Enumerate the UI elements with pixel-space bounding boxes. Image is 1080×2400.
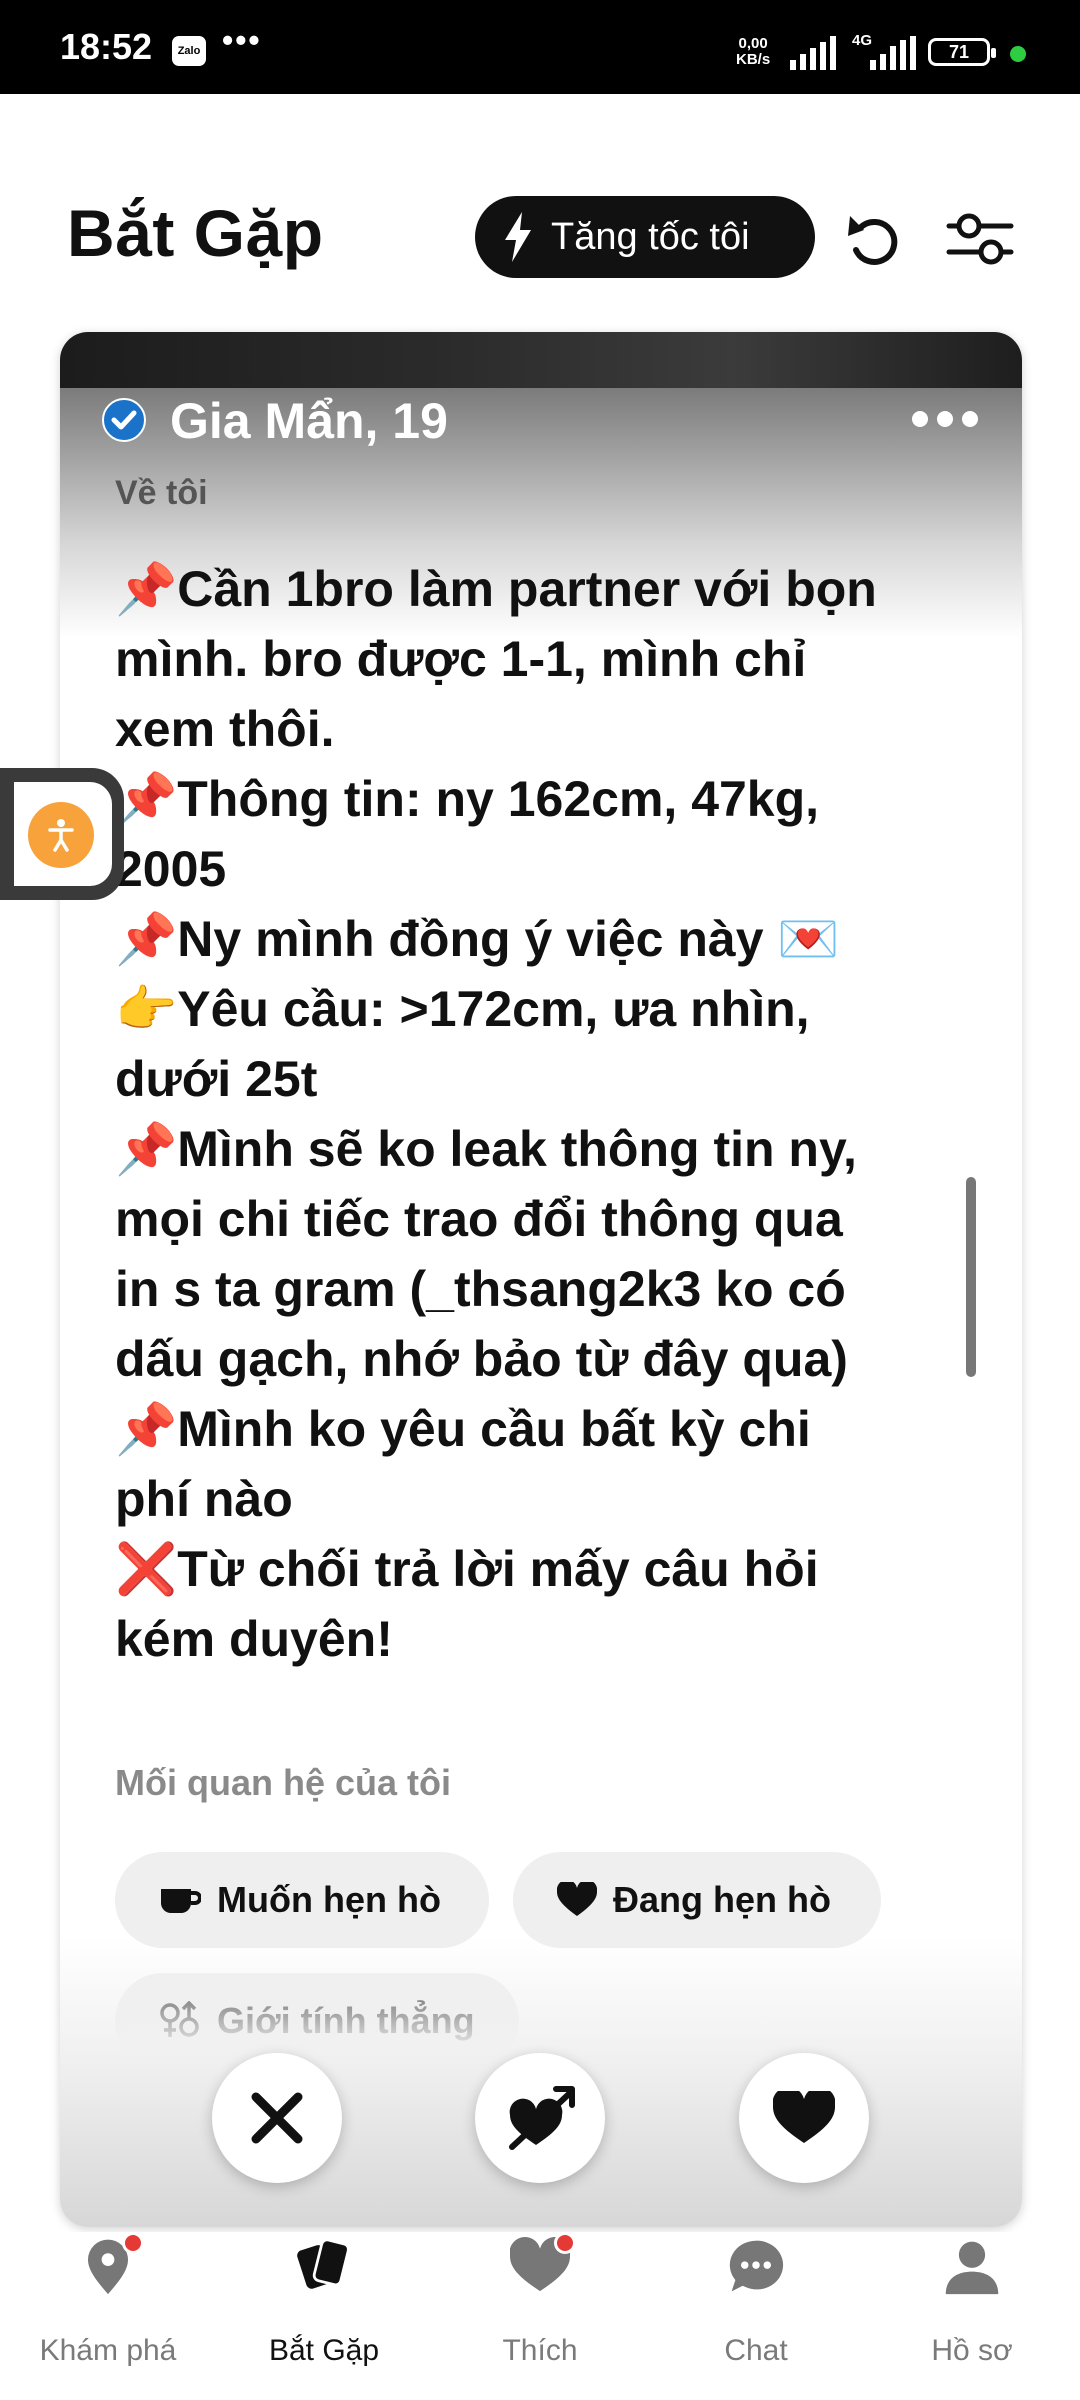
bio-line: mình. bro được 1-1, mình chỉ: [115, 631, 807, 687]
bio-line: 📌Cần 1bro làm partner với bọn: [115, 561, 877, 617]
bio-line: 📌Ny mình đồng ý việc này 💌: [115, 911, 840, 967]
accessibility-floating-button[interactable]: [0, 768, 124, 900]
chat-bubble-icon: [729, 2240, 784, 2292]
bio-line: xem thôi.: [115, 701, 335, 757]
profile-bio: 📌Cần 1bro làm partner với bọn mình. bro …: [115, 554, 995, 1674]
cards-icon: [297, 2238, 350, 2289]
chip-want-dating: Muốn hẹn hò: [115, 1852, 489, 1948]
privacy-indicator-dot: [1010, 46, 1026, 62]
bio-line: ❌Từ chối trả lời mấy câu hỏi: [115, 1541, 819, 1597]
signal-icon: [790, 36, 836, 70]
nav-explore[interactable]: Khám phá: [0, 2232, 216, 2400]
close-icon: [251, 2092, 303, 2144]
accessibility-button-frame: [14, 782, 112, 886]
bio-line: dấu gạch, nhớ bảo từ đây qua): [115, 1331, 848, 1387]
filter-icon[interactable]: [945, 206, 1015, 272]
status-bar: 18:52 Zalo ••• 0,00 KB/s 4G 71: [0, 0, 1080, 94]
bio-line: dưới 25t: [115, 1051, 318, 1107]
boost-label: Tăng tốc tôi: [551, 215, 750, 258]
bio-line: 2005: [115, 841, 227, 897]
more-notifications-icon: •••: [222, 22, 262, 58]
nav-chat[interactable]: Chat: [648, 2232, 864, 2400]
notification-dot: [554, 2232, 576, 2254]
profile-card[interactable]: Gia Mẩn, 19 Về tôi 📌Cần 1bro làm partner…: [60, 332, 1022, 2227]
profile-photo-edge: [60, 332, 1022, 388]
network-speed: 0,00 KB/s: [736, 35, 771, 68]
chip-gender: Giới tính thẳng: [115, 1973, 519, 2069]
super-like-button[interactable]: [475, 2053, 605, 2183]
bio-line: mọi chi tiếc trao đổi thông qua: [115, 1191, 843, 1247]
bio-line: kém duyên!: [115, 1611, 393, 1667]
like-button[interactable]: [739, 2053, 869, 2183]
chip-dating: Đang hẹn hò: [513, 1852, 881, 1948]
coffee-cup-icon: [161, 1889, 201, 1913]
profile-name-age: Gia Mẩn, 19: [170, 393, 448, 449]
undo-icon[interactable]: [840, 206, 906, 272]
status-time: 18:52: [60, 26, 153, 67]
pass-button[interactable]: [212, 2053, 342, 2183]
bio-line: 👉Yêu cầu: >172cm, ưa nhìn,: [115, 981, 810, 1037]
verified-badge-icon: [102, 398, 146, 442]
about-me-label: Về tôi: [115, 474, 208, 512]
network-type: 4G: [852, 32, 873, 49]
relationship-label: Mối quan hệ của tôi: [115, 1762, 452, 1803]
bio-line: phí nào: [115, 1471, 293, 1527]
nav-likes[interactable]: Thích: [432, 2232, 648, 2400]
lightning-icon: [505, 212, 531, 262]
page-title: Bắt Gặp: [67, 196, 324, 270]
heart-icon: [773, 2091, 835, 2143]
bottom-navigation: Khám phá Bắt Gặp Thích Chat Hồ sơ: [0, 2232, 1080, 2400]
profile-icon: [945, 2241, 999, 2295]
zalo-notification-icon: Zalo: [172, 36, 206, 66]
boost-button[interactable]: Tăng tốc tôi: [475, 196, 815, 278]
signal-icon-2: [870, 36, 916, 70]
heart-arrow-icon: [509, 2086, 575, 2150]
more-options-icon[interactable]: [910, 404, 980, 434]
notification-dot: [122, 2232, 144, 2254]
scrollbar[interactable]: [966, 1177, 976, 1377]
bio-line: in s ta gram (_thsang2k3 ko có: [115, 1261, 846, 1317]
gender-icon: [160, 2001, 199, 2037]
battery-icon: 71: [928, 38, 996, 66]
bio-line: 📌Thông tin: ny 162cm, 47kg,: [115, 771, 820, 827]
heart-icon: [557, 1882, 597, 1916]
nav-profile[interactable]: Hồ sơ: [864, 2232, 1080, 2400]
nav-bat-gap[interactable]: Bắt Gặp: [216, 2232, 432, 2400]
accessibility-icon: [28, 802, 94, 868]
bio-line: 📌Mình ko yêu cầu bất kỳ chi: [115, 1401, 811, 1457]
bio-line: 📌Mình sẽ ko leak thông tin ny,: [115, 1121, 857, 1177]
